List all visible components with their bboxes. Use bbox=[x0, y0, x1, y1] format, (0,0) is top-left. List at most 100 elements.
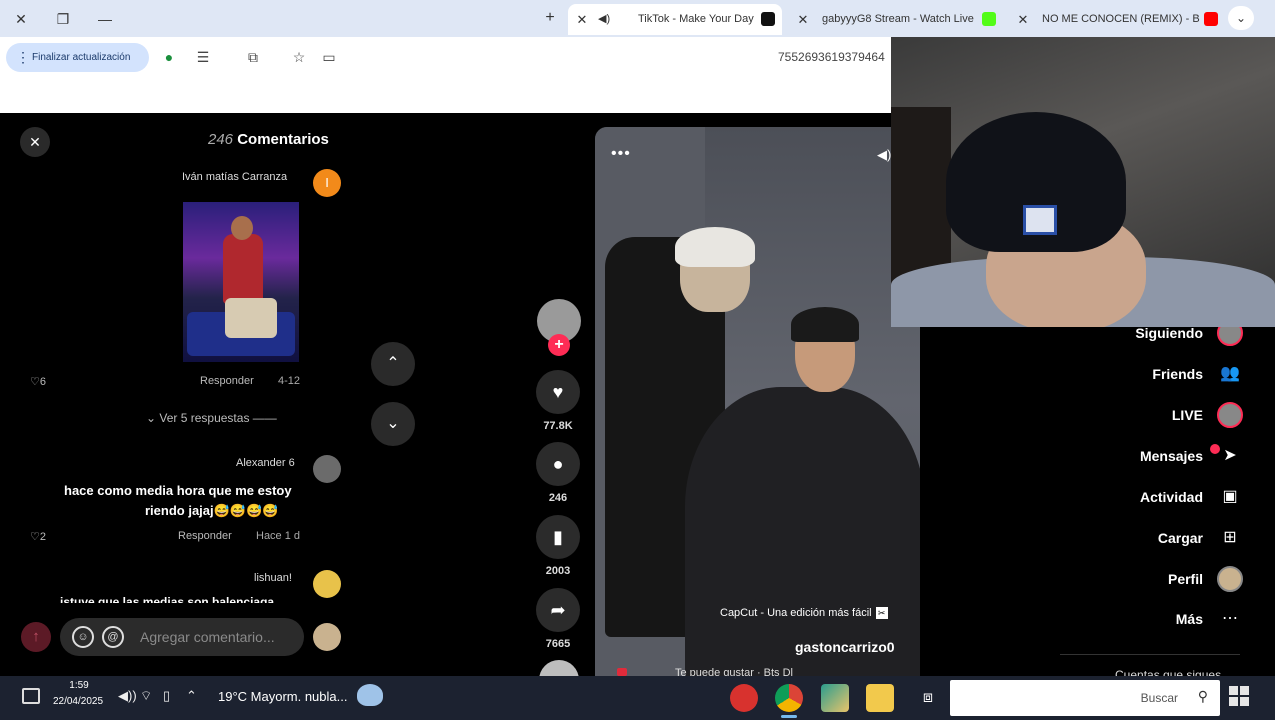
avatar[interactable]: I bbox=[313, 169, 341, 197]
video-player[interactable]: ••• ◀)) CapCut - Una edición más fácil ✂ … bbox=[595, 127, 920, 676]
tab-tiktok[interactable]: ✕ ◀) TikTok - Make Your Day bbox=[568, 4, 782, 35]
view-replies-button[interactable]: ⌄ Ver 5 respuestas —— bbox=[146, 411, 277, 425]
obs-app-icon[interactable] bbox=[730, 684, 758, 712]
browser-tab-strip: ✕ ❐ — + ✕ ◀) TikTok - Make Your Day ✕ ga… bbox=[0, 0, 1275, 37]
previous-video-button[interactable]: ⌃ bbox=[371, 342, 415, 386]
tab-search-dropdown-icon[interactable]: ⌄ bbox=[1228, 6, 1254, 30]
speaker-icon: ◀) bbox=[598, 13, 611, 25]
comments-count: 246 bbox=[208, 131, 234, 148]
profile-icon bbox=[1217, 566, 1243, 592]
sidebar-item-upload[interactable]: Cargar ⊞ bbox=[1043, 525, 1243, 551]
volume-tray-icon[interactable]: ◀)) bbox=[118, 688, 137, 704]
windows-start-icon[interactable] bbox=[1229, 686, 1249, 706]
reply-button[interactable]: Responder bbox=[200, 375, 254, 387]
next-video-button[interactable]: ⌄ bbox=[371, 402, 415, 446]
address-bar[interactable]: 7552693619379464 bbox=[778, 50, 885, 64]
comments-panel: ✕ 246 Comentarios I Iván matías Carranza… bbox=[0, 113, 357, 676]
like-comment-button[interactable]: ♡6 bbox=[30, 375, 46, 388]
photo-legs bbox=[225, 298, 277, 338]
store-app-icon[interactable] bbox=[821, 684, 849, 712]
comments-title-label: Comentarios bbox=[237, 131, 329, 148]
battery-tray-icon[interactable]: ▯ bbox=[163, 688, 170, 704]
weather-cloud-icon bbox=[357, 684, 383, 706]
comment-count: 246 bbox=[548, 492, 568, 504]
emoji-icon[interactable]: ☺ bbox=[72, 626, 94, 648]
photo-head bbox=[231, 216, 253, 240]
update-button[interactable]: ⋮ Finalizar actualización bbox=[6, 43, 149, 72]
comment-input[interactable]: ☺ @ Agregar comentario... bbox=[60, 618, 304, 656]
reading-list-icon[interactable]: ☰ bbox=[194, 48, 212, 66]
taskbar-search-input[interactable]: Buscar ⚲ bbox=[950, 680, 1220, 716]
video-client-hair bbox=[791, 307, 859, 342]
chrome-app-icon[interactable] bbox=[775, 684, 803, 718]
cast-icon[interactable]: ▭ bbox=[320, 48, 338, 66]
share-button[interactable]: ➦ bbox=[536, 588, 580, 632]
tab-title: NO ME CONOCEN (REMIX) - B bbox=[1042, 13, 1200, 25]
follow-button[interactable]: + bbox=[548, 334, 570, 356]
sidebar-item-activity[interactable]: Actividad ▣ bbox=[1043, 484, 1243, 510]
avatar[interactable] bbox=[313, 455, 341, 483]
window-close-icon[interactable]: ✕ bbox=[9, 8, 33, 30]
comment-photo[interactable] bbox=[183, 202, 299, 362]
like-button[interactable]: ♥ bbox=[536, 370, 580, 414]
sidebar-item-friends[interactable]: Friends 👥 bbox=[1043, 361, 1243, 387]
clock-date[interactable]: 22/04/2025 bbox=[48, 696, 108, 707]
close-comments-button[interactable]: ✕ bbox=[20, 127, 50, 157]
sidebar-item-profile[interactable]: Perfil bbox=[1043, 566, 1243, 592]
view-replies-label: Ver 5 respuestas bbox=[159, 411, 250, 425]
sidebar-section-title: Cuentas que sigues bbox=[1115, 668, 1222, 676]
tab-youtube[interactable]: ✕ NO ME CONOCEN (REMIX) - B bbox=[1012, 4, 1222, 35]
post-comment-button[interactable]: ↑ bbox=[21, 622, 51, 652]
video-more-button[interactable]: ••• bbox=[611, 145, 631, 163]
webcam-overlay bbox=[891, 37, 1275, 327]
video-barber-hair bbox=[675, 227, 755, 267]
new-tab-button[interactable]: + bbox=[541, 8, 559, 28]
sidebar-item-live[interactable]: LIVE bbox=[1043, 402, 1243, 428]
comment-username[interactable]: lishuan! bbox=[254, 572, 292, 584]
like-comment-button[interactable]: ♡2 bbox=[30, 530, 46, 543]
profile-icon[interactable]: ● bbox=[160, 48, 178, 66]
notifications-icon[interactable] bbox=[22, 688, 40, 704]
sidebar-item-label: Siguiendo bbox=[1135, 325, 1203, 341]
share-count: 7665 bbox=[545, 638, 571, 650]
network-tray-icon[interactable]: ⌔ bbox=[140, 688, 152, 704]
tab-close-icon[interactable]: ✕ bbox=[794, 4, 812, 35]
file-explorer-icon[interactable] bbox=[866, 684, 894, 712]
tab-stream[interactable]: ✕ gabyyyG8 Stream - Watch Live bbox=[792, 4, 1002, 35]
upload-icon: ⊞ bbox=[1223, 529, 1237, 546]
live-icon bbox=[1217, 402, 1243, 428]
video-username[interactable]: gastoncarrizo0 bbox=[795, 639, 895, 655]
messages-icon: ➤ bbox=[1223, 447, 1237, 464]
sidebar-item-label: LIVE bbox=[1171, 407, 1203, 423]
comment-bubble-icon: ● bbox=[552, 454, 564, 474]
tab-close-icon[interactable]: ✕ bbox=[573, 4, 591, 35]
my-avatar bbox=[313, 623, 341, 651]
window-restore-icon[interactable]: ❐ bbox=[51, 8, 75, 30]
task-view-icon[interactable]: ⧈ bbox=[914, 684, 942, 712]
bookmark-star-icon[interactable]: ☆ bbox=[290, 48, 308, 66]
save-button[interactable]: ▮ bbox=[536, 515, 580, 559]
reply-button[interactable]: Responder bbox=[178, 530, 232, 542]
windows-taskbar: 1:59 22/04/2025 ◀)) ⌔ ▯ ⌃ 19°C Mayorm. n… bbox=[0, 676, 1275, 720]
show-hidden-icons-icon[interactable]: ⌃ bbox=[186, 688, 197, 704]
sound-icon[interactable] bbox=[617, 668, 627, 676]
tab-close-icon[interactable]: ✕ bbox=[1014, 4, 1032, 35]
search-icon: ⚲ bbox=[1197, 688, 1208, 704]
sidebar-item-more[interactable]: Más ⋯ bbox=[1043, 606, 1243, 632]
mention-icon[interactable]: @ bbox=[102, 626, 124, 648]
avatar[interactable] bbox=[313, 570, 341, 598]
sidebar-item-label: Perfil bbox=[1167, 571, 1203, 587]
extensions-icon[interactable]: ⧉ bbox=[244, 48, 262, 66]
weather-widget[interactable]: 19°C Mayorm. nubla... bbox=[218, 689, 347, 704]
clock-time[interactable]: 1:59 bbox=[54, 680, 104, 691]
capcut-icon: ✂ bbox=[875, 607, 888, 620]
window-minimize-icon[interactable]: — bbox=[93, 8, 117, 30]
comment-username[interactable]: Iván matías Carranza bbox=[182, 171, 287, 183]
comment-username[interactable]: Alexander 6 bbox=[236, 457, 295, 469]
sidebar-item-label: Más bbox=[1175, 611, 1203, 627]
capcut-link[interactable]: CapCut - Una edición más fácil ✂ bbox=[720, 607, 888, 620]
kick-favicon-icon bbox=[982, 12, 996, 26]
comments-button[interactable]: ● bbox=[536, 442, 580, 486]
comment-text: hace como media hora que me estoy bbox=[64, 483, 292, 498]
heart-icon: ♥ bbox=[552, 382, 564, 402]
